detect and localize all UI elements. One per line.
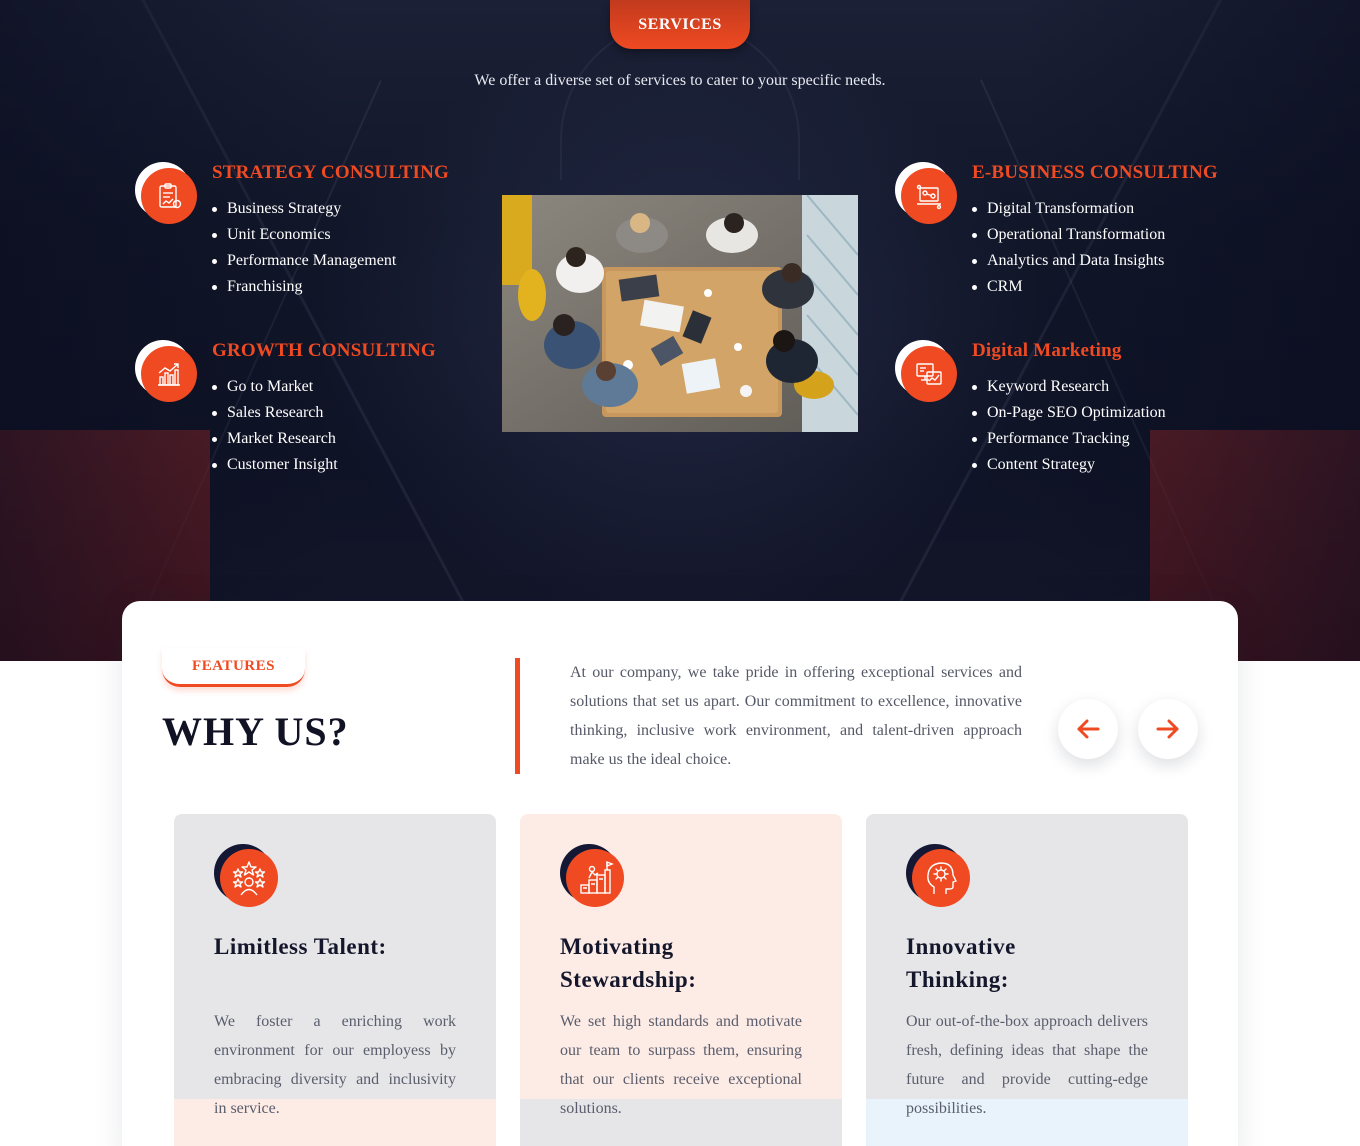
service-point: CRM [972,274,1165,300]
service-list: Go to Market Sales Research Market Resea… [212,374,338,478]
arrow-left-icon [1077,719,1100,739]
service-icon-badge [895,340,957,402]
services-subtitle: We offer a diverse set of services to ca… [474,72,886,89]
service-point: Keyword Research [972,374,1166,400]
feature-icon-badge [214,844,280,910]
service-list: Keyword Research On-Page SEO Optimizatio… [972,374,1166,478]
monitor-analytics-icon [916,363,942,385]
carousel-next-button[interactable] [1138,699,1198,759]
service-title: Digital Marketing [972,340,1122,361]
features-badge: FEATURES [162,648,305,687]
feature-description: We set high standards and motivate our t… [560,1013,802,1117]
service-point: Go to Market [212,374,338,400]
service-point: Content Strategy [972,452,1166,478]
feature-card-limitless-talent: Limitless Talent: We foster a enriching … [174,814,496,1146]
service-point: Franchising [212,274,396,300]
service-point: Business Strategy [212,196,396,222]
service-point: Digital Transformation [972,196,1165,222]
clipboard-chart-icon [159,183,182,209]
feature-title: Innovative Thinking: [906,934,1016,992]
service-point: Sales Research [212,400,338,426]
service-point: Operational Transformation [972,222,1165,248]
service-title: E-BUSINESS CONSULTING [972,162,1218,183]
service-point: Analytics and Data Insights [972,248,1165,274]
star-person-icon [232,861,266,896]
service-point: On-Page SEO Optimization [972,400,1166,426]
feature-description: We foster a enriching work environment f… [214,1013,456,1117]
service-list: Digital Transformation Operational Trans… [972,196,1165,300]
growth-chart-icon [158,363,180,386]
team-meeting-image [502,195,858,432]
feature-card-innovative-thinking: Innovative Thinking: Our out-of-the-box … [866,814,1188,1146]
service-list: Business Strategy Unit Economics Perform… [212,196,396,300]
service-title: GROWTH CONSULTING [212,340,436,361]
feature-title: Motivating Stewardship: [560,934,697,992]
accent-divider [515,658,520,774]
service-point: Performance Management [212,248,396,274]
services-badge: SERVICES [610,0,750,49]
service-point: Unit Economics [212,222,396,248]
service-title: STRATEGY CONSULTING [212,162,449,183]
service-icon-badge [895,162,957,224]
service-icon-badge [135,162,197,224]
service-point: Customer Insight [212,452,338,478]
feature-title: Limitless Talent: [214,934,387,959]
carousel-prev-button[interactable] [1058,699,1118,759]
service-icon-badge [135,340,197,402]
feature-description: Our out-of-the-box approach delivers fre… [906,1013,1148,1117]
feature-icon-badge [560,844,626,910]
laptop-ecommerce-icon [916,184,942,210]
features-intro: At our company, we take pride in offerin… [570,664,1022,768]
feature-icon-badge [906,844,972,910]
why-us-heading: WHY US? [162,709,349,754]
head-gear-icon [927,862,957,894]
service-point: Market Research [212,426,338,452]
steps-flag-icon [580,860,614,894]
arrow-right-icon [1156,719,1179,739]
feature-card-motivating-stewardship: Motivating Stewardship: We set high stan… [520,814,842,1146]
service-point: Performance Tracking [972,426,1166,452]
